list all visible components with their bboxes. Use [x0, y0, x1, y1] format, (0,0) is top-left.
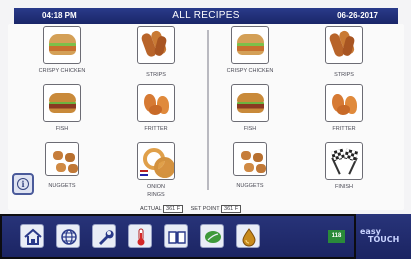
set-point-value: 361 F	[221, 205, 242, 213]
recipe-label: ONION RINGS	[146, 184, 166, 198]
fish-icon	[231, 84, 269, 122]
recipe-tile-fish-left[interactable]: FISH	[22, 84, 102, 144]
current-date: 06-26-2017	[337, 11, 378, 20]
recipe-tile-nuggets-right[interactable]: NUGGETS	[210, 142, 290, 202]
recipe-tile-strips-right[interactable]: STRIPS	[304, 26, 384, 86]
strips-icon	[137, 26, 175, 64]
easy-touch-logo: easy TOUCH	[360, 228, 399, 244]
recipe-tile-fritter-left[interactable]: FRITTER	[116, 84, 196, 144]
fryer-screen: 04:18 PM ALL RECIPES 06-26-2017 CRISPY C…	[0, 0, 411, 259]
actual-label: ACTUAL	[140, 206, 162, 212]
onion-rings-icon	[137, 142, 175, 180]
temperature-readout: ACTUAL 361 F SET POINT 361 F	[140, 205, 247, 213]
recipe-label: FRITTER	[332, 126, 356, 132]
recipe-label: NUGGETS	[48, 183, 76, 189]
set-point-label: SET POINT	[190, 206, 220, 212]
finish-flags-icon	[325, 142, 363, 180]
brand-line-2: TOUCH	[368, 235, 400, 244]
recipe-label: FISH	[243, 126, 257, 132]
recipe-label: FISH	[55, 126, 69, 132]
recipe-tile-onion-rings-left[interactable]: ONION RINGS	[116, 142, 196, 202]
recipe-tile-strips-left[interactable]: STRIPS	[116, 26, 196, 86]
recipe-label: CRISPY CHICKEN	[38, 68, 86, 74]
header-bar: 04:18 PM ALL RECIPES 06-26-2017	[14, 8, 398, 24]
flag-pole	[331, 157, 341, 175]
recipe-label: CRISPY CHICKEN	[226, 68, 274, 74]
toolbar-highlight-frame	[0, 214, 356, 259]
crispy-chicken-icon	[231, 26, 269, 64]
strips-icon	[325, 26, 363, 64]
fritter-icon	[325, 84, 363, 122]
recipe-label: FINISH	[334, 184, 354, 190]
recipe-tile-finish[interactable]: FINISH	[304, 142, 384, 202]
recipe-tile-fritter-right[interactable]: FRITTER	[304, 84, 384, 144]
recipe-label: NUGGETS	[236, 183, 264, 189]
recipe-tile-nuggets-left[interactable]: NUGGETS	[22, 142, 102, 202]
recipe-label: FRITTER	[144, 126, 168, 132]
info-icon: i	[17, 178, 29, 190]
fish-icon	[43, 84, 81, 122]
recipe-tile-crispy-chicken-left[interactable]: CRISPY CHICKEN	[22, 26, 102, 86]
nuggets-icon	[45, 142, 79, 176]
recipe-label: STRIPS	[146, 72, 166, 78]
flag-icon	[140, 170, 148, 176]
recipe-label: STRIPS	[334, 72, 354, 78]
info-button[interactable]: i	[12, 173, 34, 195]
actual-value: 361 F	[163, 205, 184, 213]
recipe-tile-fish-right[interactable]: FISH	[210, 84, 290, 144]
crispy-chicken-icon	[43, 26, 81, 64]
fritter-icon	[137, 84, 175, 122]
vat-divider	[207, 30, 209, 190]
flag-pole	[348, 157, 358, 175]
nuggets-icon	[233, 142, 267, 176]
recipe-tile-crispy-chicken-right[interactable]: CRISPY CHICKEN	[210, 26, 290, 86]
